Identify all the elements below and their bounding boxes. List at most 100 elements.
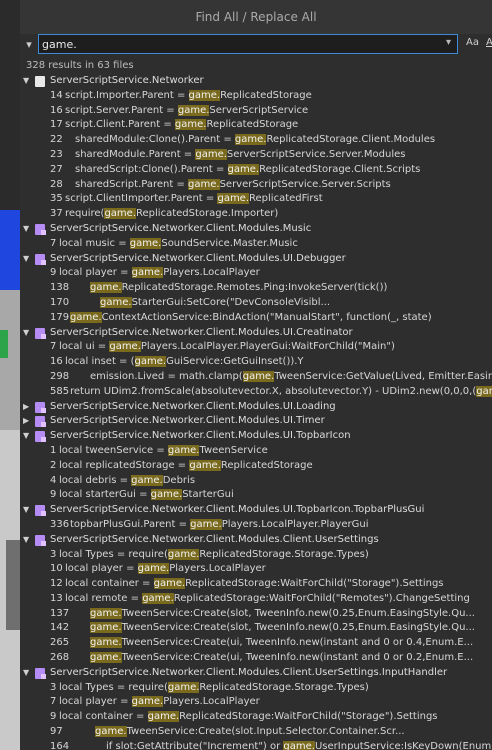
result-line-row[interactable]: 268 game.TweenService:Create(ui, TweenInf… <box>20 651 492 666</box>
result-line-row[interactable]: 17 script.Client.Parent = game.Replicated… <box>20 118 492 133</box>
collapse-arrow-icon[interactable]: ▼ <box>23 666 33 681</box>
result-file-name: ServerScriptService.Networker.Client.Mod… <box>50 533 379 545</box>
collapse-arrow-icon[interactable]: ▼ <box>23 222 33 237</box>
collapse-arrow-icon[interactable]: ▼ <box>23 252 33 267</box>
search-input[interactable] <box>42 36 422 52</box>
result-file-row[interactable]: ▼ ServerScriptService.Networker.Client.Mo… <box>20 533 492 548</box>
result-file-row[interactable]: ▶ ServerScriptService.Networker.Client.Mo… <box>20 400 492 415</box>
result-line-row[interactable]: 35 script.ClientImporter.Parent = game.Re… <box>20 192 492 207</box>
result-file-row[interactable]: ▼ ServerScriptService.Networker <box>20 74 492 89</box>
result-line-row[interactable]: 7 local player = game.Players.LocalPlayer <box>20 695 492 710</box>
collapse-arrow-icon[interactable]: ▼ <box>23 74 33 89</box>
module-icon <box>35 253 46 265</box>
match-highlight: game. <box>188 178 220 190</box>
result-file-row[interactable]: ▼ ServerScriptService.Networker.Client.Mo… <box>20 666 492 681</box>
line-code: local ui = game.Players.LocalPlayer.Play… <box>59 340 395 355</box>
line-code: script.ClientImporter.Parent = game.Repl… <box>65 192 323 207</box>
result-line-row[interactable]: 4 local debris = game.Debris <box>20 474 492 489</box>
result-line-row[interactable]: 7 local ui = game.Players.LocalPlayer.Pla… <box>20 340 492 355</box>
result-line-row[interactable]: 138 game.ReplicatedStorage.Remotes.Ping:I… <box>20 281 492 296</box>
result-line-row[interactable]: 2 local replicatedStorage = game.Replicat… <box>20 459 492 474</box>
match-highlight: game. <box>167 444 200 456</box>
result-line-row[interactable]: 12 local container = game.ReplicatedStora… <box>20 577 492 592</box>
result-line-row[interactable]: 265 game.TweenService:Create(ui, TweenInf… <box>20 636 492 651</box>
result-line-row[interactable]: 142 game.TweenService:Create(slot, TweenI… <box>20 621 492 636</box>
line-code: game.TweenService:Create(slot, TweenInfo… <box>90 621 475 636</box>
result-line-row[interactable]: 28 sharedScript.Parent = game.ServerScrip… <box>20 178 492 193</box>
match-word-toggle[interactable]: A <box>486 37 492 48</box>
find-replace-panel: Find All / Replace All ▾ ▾ Aa A 328 resu… <box>20 0 492 750</box>
result-file-row[interactable]: ▼ ServerScriptService.Networker.Client.Mo… <box>20 503 492 518</box>
result-line-row[interactable]: 1 local tweenService = game.TweenService <box>20 444 492 459</box>
line-number: 7 <box>50 341 57 353</box>
result-file-row[interactable]: ▼ ServerScriptService.Networker.Client.Mo… <box>20 252 492 267</box>
script-icon <box>35 76 45 87</box>
result-file-row[interactable]: ▼ ServerScriptService.Networker.Client.Mo… <box>20 326 492 341</box>
result-line-row[interactable]: 37 require(game.ReplicatedStorage.Importe… <box>20 207 492 222</box>
code-before: local starterGui = <box>59 489 151 501</box>
collapse-arrow-icon[interactable]: ▼ <box>23 326 33 341</box>
line-code: game.TweenService:Create(ui, TweenInfo.n… <box>90 651 473 666</box>
match-highlight: game. <box>109 341 141 353</box>
match-highlight: game. <box>476 385 492 397</box>
result-line-row[interactable]: 27 sharedScript:Clone().Parent = game.Rep… <box>20 163 492 178</box>
line-number: 265 <box>50 637 70 649</box>
expand-arrow-icon[interactable]: ▶ <box>23 400 33 415</box>
line-number: 585 <box>50 385 70 397</box>
expand-arrow-icon[interactable]: ▶ <box>23 414 33 429</box>
result-line-row[interactable]: 3 local Types = require(game.ReplicatedSt… <box>20 681 492 696</box>
search-history-chevron-icon[interactable]: ▾ <box>446 37 451 48</box>
match-highlight: game. <box>177 104 210 116</box>
line-number: 7 <box>50 237 57 249</box>
match-highlight: game. <box>90 637 122 649</box>
code-after: ReplicatedStorage <box>206 119 299 131</box>
collapse-arrow-icon[interactable]: ▼ <box>23 429 33 444</box>
code-after: Players.LocalPlayer.PlayerGui:WaitForChi… <box>140 341 395 353</box>
code-after: ReplicatedStorage.Storage.Types) <box>199 681 369 693</box>
collapse-arrow-icon[interactable]: ▼ <box>23 533 33 548</box>
result-line-row[interactable]: 10 local player = game.Players.LocalPlaye… <box>20 562 492 577</box>
code-after: ReplicatedStorage.Client.Modules <box>266 134 436 146</box>
result-line-row[interactable]: 13 local remote = game.ReplicatedStorage:… <box>20 592 492 607</box>
line-number: 298 <box>50 370 70 382</box>
result-file-row[interactable]: ▶ ServerScriptService.Networker.Client.Mo… <box>20 414 492 429</box>
match-case-toggle[interactable]: Aa <box>466 37 479 48</box>
line-number: 27 <box>50 163 63 175</box>
result-line-row[interactable]: 97 game.TweenService:Create(slot.Input.Se… <box>20 725 492 740</box>
code-before: local tweenService = <box>59 444 168 456</box>
match-highlight: game. <box>131 696 164 708</box>
result-line-row[interactable]: 23 sharedModule.Parent = game.ServerScrip… <box>20 148 492 163</box>
result-line-row[interactable]: 16 script.Server.Parent = game.ServerScri… <box>20 104 492 119</box>
result-line-row[interactable]: 16 local inset = (game.GuiService:GetGuiI… <box>20 355 492 370</box>
result-line-row[interactable]: 164 if slot:GetAttribute("Increment") or … <box>20 740 492 750</box>
code-after: ReplicatedStorage <box>220 89 312 101</box>
match-highlight: game. <box>129 237 162 249</box>
result-line-row[interactable]: 7 local music = game.SoundService.Master.… <box>20 237 492 252</box>
result-line-row[interactable]: 14 script.Importer.Parent = game.Replicat… <box>20 89 492 104</box>
result-line-row[interactable]: 3 local Types = require(game.ReplicatedSt… <box>20 548 492 563</box>
result-line-row[interactable]: 179 game.ContextActionService:BindAction(… <box>20 311 492 326</box>
result-line-row[interactable]: 22 sharedModule:Clone().Parent = game.Rep… <box>20 133 492 148</box>
line-code: local player = game.Players.LocalPlayer <box>59 266 260 281</box>
result-line-row[interactable]: 585 return UDim2.fromScale(absolutevector… <box>20 385 492 400</box>
result-line-row[interactable]: 170 game.StarterGui:SetCore("DevConsoleVi… <box>20 296 492 311</box>
result-line-row[interactable]: 9 local starterGui = game.StarterGui <box>20 488 492 503</box>
code-before: local music = <box>59 237 130 249</box>
result-file-row[interactable]: ▼ ServerScriptService.Networker.Client.Mo… <box>20 222 492 237</box>
result-file-name: ServerScriptService.Networker.Client.Mod… <box>50 222 312 234</box>
result-line-row[interactable]: 9 local container = game.ReplicatedStorag… <box>20 710 492 725</box>
match-highlight: game. <box>104 208 137 220</box>
result-line-row[interactable]: 336 topbarPlusGui.Parent = game.Players.L… <box>20 518 492 533</box>
match-highlight: game. <box>90 282 122 294</box>
result-line-row[interactable]: 9 local player = game.Players.LocalPlayer <box>20 266 492 281</box>
line-code: sharedScript.Parent = game.ServerScriptS… <box>75 178 391 193</box>
collapse-chevron-icon[interactable]: ▾ <box>22 37 36 53</box>
result-line-row[interactable]: 298 emission.Lived = math.clamp(game.Twee… <box>20 370 492 385</box>
code-before: script.ClientImporter.Parent = <box>65 193 218 205</box>
line-number: 17 <box>50 119 63 131</box>
window-title[interactable]: Find All / Replace All <box>20 0 492 34</box>
code-before: sharedScript.Parent = <box>75 178 188 190</box>
result-line-row[interactable]: 137 game.TweenService:Create(slot, TweenI… <box>20 607 492 622</box>
result-file-row[interactable]: ▼ ServerScriptService.Networker.Client.Mo… <box>20 429 492 444</box>
collapse-arrow-icon[interactable]: ▼ <box>23 503 33 518</box>
